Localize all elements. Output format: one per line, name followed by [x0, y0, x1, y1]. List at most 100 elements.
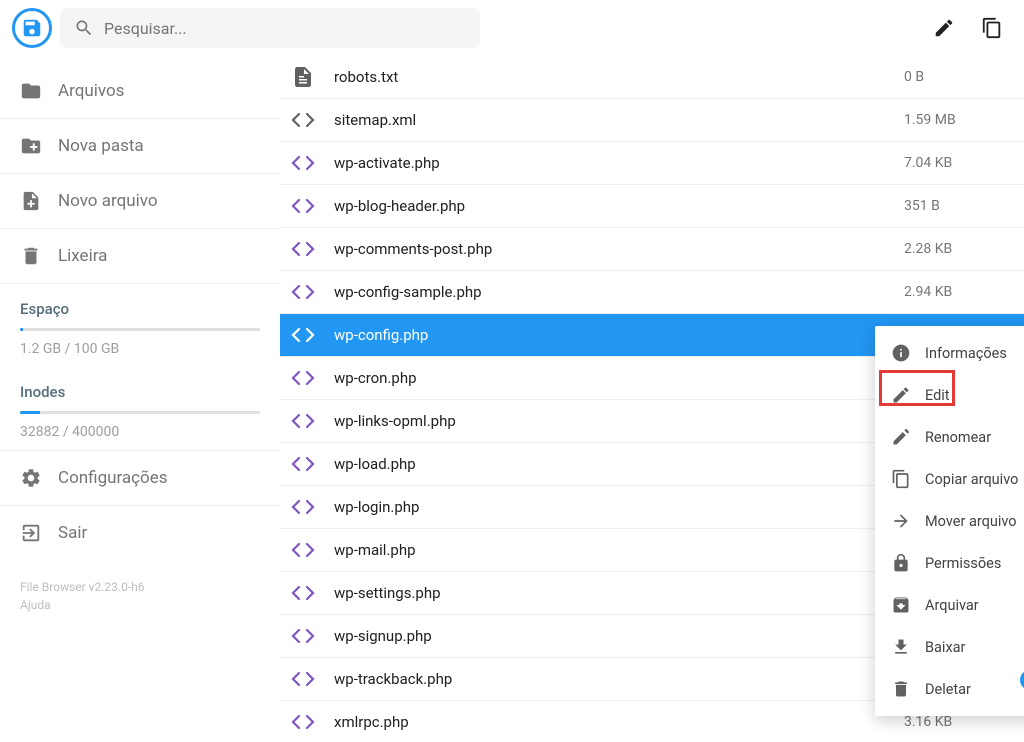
menu-item-move[interactable]: Mover arquivo	[875, 500, 1024, 542]
menu-item-delete[interactable]: Deletar	[875, 668, 1024, 710]
footer-info: File Browser v2.23.0-h6 Ajuda	[0, 560, 280, 632]
code-icon	[290, 666, 316, 692]
trash-icon	[20, 245, 42, 267]
code-icon	[290, 322, 316, 348]
menu-item-label: Baixar	[925, 639, 965, 656]
file-row[interactable]: wp-comments-post.php 2.28 KB	[280, 228, 1024, 270]
file-size: 2.28 KB	[904, 241, 1004, 257]
sidebar-item-exit[interactable]: Sair	[0, 506, 280, 560]
file-name: wp-load.php	[334, 455, 886, 473]
file-size: 3.16 KB	[904, 714, 1004, 730]
menu-item-label: Permissões	[925, 555, 1001, 572]
file-name: wp-config.php	[334, 326, 886, 344]
file-name: wp-blog-header.php	[334, 197, 886, 215]
file-name: wp-links-opml.php	[334, 412, 886, 430]
create_folder-icon	[20, 135, 42, 157]
sidebar-item-settings[interactable]: Configurações	[0, 451, 280, 505]
file-row[interactable]: wp-config-sample.php 2.94 KB	[280, 271, 1024, 313]
menu-item-label: Mover arquivo	[925, 513, 1017, 530]
header	[0, 0, 1024, 56]
sidebar: Arquivos Nova pasta Novo arquivo Lixeira Es…	[0, 56, 280, 742]
move-icon	[891, 511, 911, 531]
search-input[interactable]	[104, 19, 466, 38]
search-box[interactable]	[60, 8, 480, 48]
code-icon	[290, 537, 316, 563]
file-name: xmlrpc.php	[334, 713, 886, 731]
context-menu: Informações Edit Renomear Copiar arquivo Mov…	[875, 326, 1024, 716]
file-name: wp-cron.php	[334, 369, 886, 387]
file-name: wp-activate.php	[334, 154, 886, 172]
progress-bar	[20, 328, 260, 331]
file-row[interactable]: wp-activate.php 7.04 KB	[280, 142, 1024, 184]
code-icon	[290, 279, 316, 305]
code-icon	[290, 408, 316, 434]
stats-value: 32882 / 400000	[20, 424, 260, 440]
code-icon	[290, 150, 316, 176]
file-list: robots.txt0 B sitemap.xml 1.59 MB wp-activa…	[280, 56, 1024, 742]
progress-bar	[20, 411, 260, 414]
stats-section: Inodes32882 / 400000	[0, 367, 280, 450]
stats-value: 1.2 GB / 100 GB	[20, 341, 260, 357]
menu-item-lock[interactable]: Permissões	[875, 542, 1024, 584]
sidebar-item-new_file[interactable]: Novo arquivo	[0, 174, 280, 228]
info-icon	[891, 343, 911, 363]
stats-section: Espaço 1.2 GB / 100 GB	[0, 284, 280, 367]
code-icon	[290, 236, 316, 262]
menu-item-rename[interactable]: Renomear	[875, 416, 1024, 458]
code-icon	[290, 709, 316, 735]
file-name: sitemap.xml	[334, 111, 886, 129]
save-icon	[21, 17, 43, 39]
edit-icon	[933, 17, 955, 39]
file-name: wp-mail.php	[334, 541, 886, 559]
file-size: 2.94 KB	[904, 284, 1004, 300]
sidebar-item-create_folder[interactable]: Nova pasta	[0, 119, 280, 173]
menu-item-copy[interactable]: Copiar arquivo	[875, 458, 1024, 500]
sidebar-item-label: Sair	[58, 523, 87, 543]
version-label: File Browser v2.23.0-h6	[20, 578, 260, 596]
menu-item-label: Edit	[925, 387, 950, 404]
sidebar-item-trash[interactable]: Lixeira	[0, 229, 280, 283]
lock-icon	[891, 553, 911, 573]
app-logo[interactable]	[12, 8, 52, 48]
menu-item-label: Renomear	[925, 429, 991, 446]
code-icon	[290, 365, 316, 391]
file-name: wp-comments-post.php	[334, 240, 886, 258]
menu-item-label: Informações	[925, 345, 1007, 362]
file-name: wp-config-sample.php	[334, 283, 886, 301]
copy-icon	[981, 17, 1003, 39]
sidebar-item-label: Novo arquivo	[58, 191, 158, 211]
file-row[interactable]: sitemap.xml 1.59 MB	[280, 99, 1024, 141]
code-icon	[290, 193, 316, 219]
code-icon	[290, 494, 316, 520]
stats-label: Espaço	[20, 300, 260, 318]
menu-item-label: Arquivar	[925, 597, 979, 614]
doc-icon	[290, 64, 316, 90]
new_file-icon	[20, 190, 42, 212]
code-icon	[290, 580, 316, 606]
search-icon	[74, 18, 94, 38]
file-row[interactable]: wp-blog-header.php351 B	[280, 185, 1024, 227]
delete-icon	[891, 679, 911, 699]
edit-icon	[891, 385, 911, 405]
menu-item-label: Deletar	[925, 681, 971, 698]
sidebar-item-label: Arquivos	[58, 81, 124, 101]
edit-button[interactable]	[924, 8, 964, 48]
file-name: robots.txt	[334, 68, 886, 86]
code-icon	[290, 623, 316, 649]
file-name: wp-trackback.php	[334, 670, 886, 688]
folder-icon	[20, 80, 42, 102]
menu-item-info[interactable]: Informações	[875, 332, 1024, 374]
sidebar-item-folder[interactable]: Arquivos	[0, 64, 280, 118]
menu-item-download[interactable]: Baixar	[875, 626, 1024, 668]
menu-item-archive[interactable]: Arquivar	[875, 584, 1024, 626]
archive-icon	[891, 595, 911, 615]
file-size: 1.59 MB	[904, 112, 1004, 128]
exit-icon	[20, 522, 42, 544]
copy-button[interactable]	[972, 8, 1012, 48]
menu-item-edit[interactable]: Edit	[875, 374, 1024, 416]
help-link[interactable]: Ajuda	[20, 596, 260, 614]
copy-icon	[891, 469, 911, 489]
file-size: 7.04 KB	[904, 155, 1004, 171]
file-name: wp-settings.php	[334, 584, 886, 602]
file-row[interactable]: robots.txt0 B	[280, 56, 1024, 98]
